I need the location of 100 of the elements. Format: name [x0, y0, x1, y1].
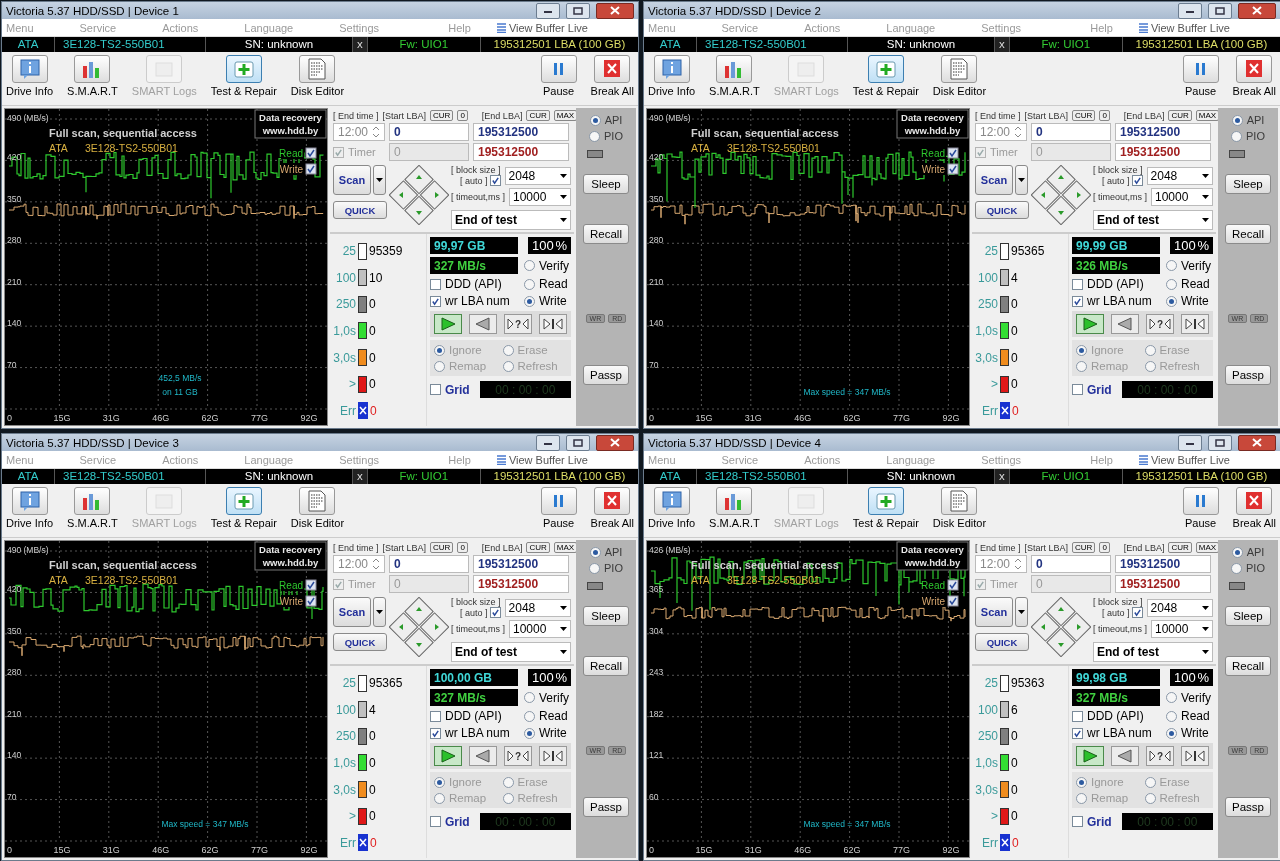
toolbar-button[interactable]: S.M.A.R.T — [709, 486, 760, 529]
checkbox[interactable] — [947, 163, 959, 175]
dropdown[interactable]: End of test — [1093, 210, 1213, 230]
direction-pad[interactable] — [389, 597, 449, 657]
close-button[interactable] — [1238, 2, 1276, 19]
sleep-button[interactable]: Sleep — [583, 174, 629, 194]
view-buffer-link[interactable]: View Buffer Live — [1138, 453, 1230, 466]
minimize-button[interactable] — [1178, 2, 1202, 19]
dropdown-button[interactable] — [1015, 597, 1028, 627]
maximize-button[interactable] — [566, 2, 590, 19]
dropdown[interactable]: End of test — [451, 642, 571, 662]
recall-button[interactable]: Recall — [1225, 656, 1271, 676]
radio-button[interactable] — [1144, 792, 1156, 804]
dropdown[interactable]: 10000 — [509, 188, 571, 206]
radio-button[interactable] — [1231, 562, 1242, 574]
radio-button[interactable] — [524, 278, 535, 290]
input-field[interactable]: 0 — [389, 555, 469, 573]
input-field[interactable]: 195312500 — [1115, 555, 1211, 573]
recall-button[interactable]: Recall — [1225, 224, 1271, 244]
input-field[interactable]: 195312500 — [473, 123, 569, 141]
input-field[interactable]: 0 — [1031, 555, 1111, 573]
recall-button[interactable]: Recall — [583, 224, 629, 244]
radio-button[interactable] — [524, 710, 535, 722]
view-buffer-link[interactable]: View Buffer Live — [496, 453, 588, 466]
radio-button[interactable] — [589, 546, 601, 558]
checkbox[interactable] — [975, 578, 986, 590]
radio-button[interactable] — [1166, 692, 1177, 703]
checkbox[interactable] — [489, 175, 501, 186]
minimize-button[interactable] — [536, 434, 560, 451]
dropdown-button[interactable] — [373, 597, 386, 627]
time-field[interactable]: 12:00 — [975, 555, 1027, 573]
checkbox[interactable] — [430, 295, 441, 307]
dropdown[interactable]: End of test — [451, 210, 571, 230]
scan-button[interactable]: Scan — [333, 597, 371, 627]
quick-button[interactable]: QUICK — [975, 201, 1029, 219]
dropdown[interactable]: 2048 — [1146, 598, 1213, 617]
radio-button[interactable] — [1231, 546, 1243, 558]
radio-button[interactable] — [524, 295, 535, 307]
radio-button[interactable] — [434, 776, 445, 788]
recall-button[interactable]: Recall — [583, 656, 629, 676]
direction-pad[interactable] — [389, 165, 449, 225]
radio-button[interactable] — [434, 360, 445, 372]
checkbox[interactable] — [1131, 607, 1143, 618]
input-field[interactable]: 195312500 — [1115, 575, 1211, 593]
dropdown[interactable]: End of test — [1093, 642, 1213, 662]
time-field[interactable]: 12:00 — [975, 123, 1027, 141]
checkbox[interactable] — [430, 727, 441, 739]
toolbar-button[interactable]: Disk Editor — [932, 54, 987, 97]
sleep-button[interactable]: Sleep — [583, 606, 629, 626]
checkbox[interactable] — [430, 710, 441, 722]
checkbox[interactable] — [1072, 816, 1083, 827]
radio-button[interactable] — [1166, 260, 1177, 271]
quick-button[interactable]: QUICK — [333, 201, 387, 219]
radio-button[interactable] — [1231, 130, 1242, 142]
time-field[interactable]: 12:00 — [333, 555, 385, 573]
maximize-button[interactable] — [566, 434, 590, 451]
dropdown[interactable]: 2048 — [504, 598, 571, 617]
dropdown[interactable]: 10000 — [1151, 188, 1213, 206]
checkbox[interactable] — [430, 278, 441, 290]
dropdown[interactable]: 10000 — [509, 620, 571, 638]
toolbar-button[interactable]: S.M.A.R.T — [67, 486, 118, 529]
checkbox[interactable] — [947, 579, 959, 591]
transport-button[interactable] — [1181, 746, 1210, 766]
checkbox[interactable] — [305, 595, 317, 607]
maximize-button[interactable] — [1208, 2, 1232, 19]
small-button[interactable]: 0 — [1099, 110, 1110, 121]
checkbox[interactable] — [333, 578, 344, 590]
input-field[interactable]: 195312500 — [1115, 123, 1211, 141]
checkbox[interactable] — [305, 579, 317, 591]
small-button[interactable]: 0 — [457, 542, 468, 553]
quick-button[interactable]: QUICK — [975, 633, 1029, 651]
input-field[interactable]: 195312500 — [1115, 143, 1211, 161]
small-button[interactable]: CUR — [430, 542, 454, 553]
small-button[interactable]: CUR — [1168, 542, 1192, 553]
toolbar-button[interactable]: S.M.A.R.T — [67, 54, 118, 97]
minimize-button[interactable] — [536, 2, 560, 19]
small-button[interactable]: CUR — [526, 110, 550, 121]
time-field[interactable]: 12:00 — [333, 123, 385, 141]
radio-button[interactable] — [589, 562, 600, 574]
radio-button[interactable] — [1166, 278, 1177, 290]
small-button[interactable]: 0 — [457, 110, 468, 121]
maximize-button[interactable] — [1208, 434, 1232, 451]
radio-button[interactable] — [1144, 776, 1156, 788]
small-button[interactable]: CUR — [1168, 110, 1192, 121]
scan-button[interactable]: Scan — [975, 597, 1013, 627]
checkbox[interactable] — [489, 607, 501, 618]
small-button[interactable]: CUR — [1072, 110, 1096, 121]
checkbox[interactable] — [1072, 295, 1083, 307]
checkbox[interactable] — [1072, 384, 1083, 395]
minimize-button[interactable] — [1178, 434, 1202, 451]
checkbox[interactable] — [305, 147, 317, 159]
checkbox[interactable] — [1072, 278, 1083, 290]
passp-button[interactable]: Passp — [1225, 365, 1271, 385]
toolbar-button[interactable]: Test & Repair — [852, 486, 919, 529]
toolbar-button[interactable]: Test & Repair — [852, 54, 919, 97]
input-field[interactable]: 0 — [1031, 123, 1111, 141]
direction-pad[interactable] — [1031, 165, 1091, 225]
checkbox[interactable] — [430, 816, 441, 827]
scan-button[interactable]: Scan — [333, 165, 371, 195]
radio-button[interactable] — [1166, 727, 1177, 739]
